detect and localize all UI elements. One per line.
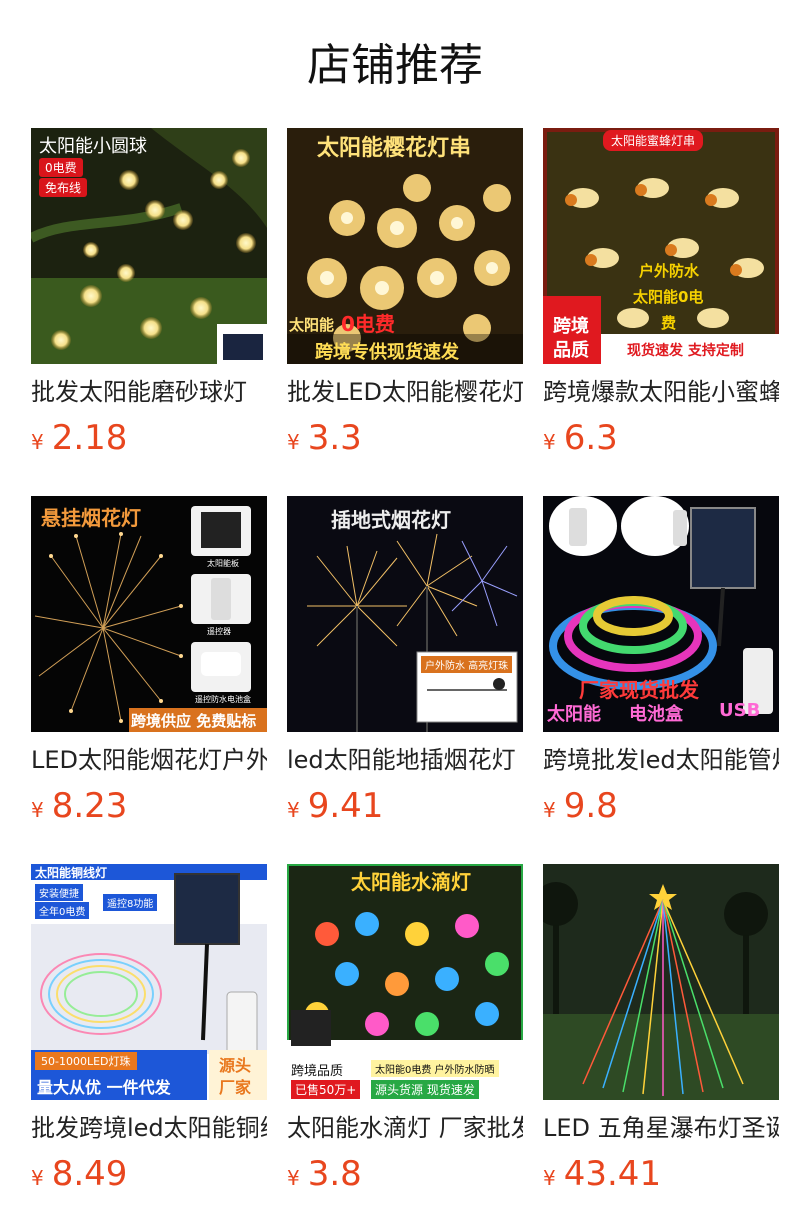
image-caption: 跨境品质 bbox=[291, 1064, 344, 1079]
price: ¥2.18 bbox=[31, 416, 127, 460]
image-caption: 遥控器 bbox=[207, 627, 231, 636]
image-badge: 免布线 bbox=[39, 178, 88, 197]
image-badge: 太阳能0电费 户外防水防晒 bbox=[371, 1060, 499, 1077]
image-caption: 跨境供应 免费贴标 bbox=[131, 712, 257, 730]
price: ¥9.8 bbox=[543, 784, 618, 828]
image-badge: 源头货源 现货速发 bbox=[371, 1080, 479, 1099]
currency-symbol: ¥ bbox=[31, 1166, 44, 1190]
product-card[interactable]: 插地式烟花灯 户外防水 高亮灯珠 led太阳能地插烟花灯 ¥9.41 bbox=[287, 496, 523, 864]
image-caption: 太阳能铜线灯 bbox=[35, 866, 108, 880]
price-value: 43.41 bbox=[563, 1154, 662, 1194]
image-caption: 太阳能板 bbox=[207, 559, 239, 568]
product-card[interactable]: 太阳能蜜蜂灯串 户外防水 太阳能0电 费 跨境 品质 现货速发 支持定制 跨境爆… bbox=[543, 128, 779, 496]
product-card[interactable]: 太阳能樱花灯串 太阳能 0电费 跨境专供现货速发 批发LED太阳能樱花灯串 ¥3… bbox=[287, 128, 523, 496]
price: ¥43.41 bbox=[543, 1152, 661, 1196]
product-title[interactable]: LED太阳能烟花灯户外 bbox=[31, 744, 267, 776]
product-title[interactable]: LED 五角星瀑布灯圣诞 bbox=[543, 1112, 779, 1144]
product-title[interactable]: 跨境爆款太阳能小蜜蜂灯串 bbox=[543, 376, 779, 408]
product-card[interactable]: 厂家现货批发 太阳能 电池盒 USB 跨境批发led太阳能管灯 ¥9.8 bbox=[543, 496, 779, 864]
product-title[interactable]: 批发LED太阳能樱花灯串 bbox=[287, 376, 523, 408]
price-value: 2.18 bbox=[51, 418, 128, 458]
currency-symbol: ¥ bbox=[287, 1166, 300, 1190]
image-caption: 源头 bbox=[219, 1056, 252, 1075]
price: ¥6.3 bbox=[543, 416, 618, 460]
image-badge: 太阳能蜜蜂灯串 bbox=[603, 130, 704, 151]
product-image[interactable]: 太阳能小圆球 0电费 免布线 bbox=[31, 128, 267, 364]
price-value: 9.41 bbox=[307, 786, 384, 826]
image-caption: 跨境专供现货速发 bbox=[315, 342, 459, 363]
price-value: 8.49 bbox=[51, 1154, 128, 1194]
image-caption: 遥控防水电池盒 bbox=[195, 695, 251, 704]
currency-symbol: ¥ bbox=[31, 798, 44, 822]
price-value: 3.8 bbox=[307, 1154, 362, 1194]
currency-symbol: ¥ bbox=[287, 430, 300, 454]
product-image[interactable] bbox=[543, 864, 779, 1100]
image-caption: 太阳能0电 bbox=[633, 288, 704, 306]
product-title[interactable]: 批发跨境led太阳能铜线灯 bbox=[31, 1112, 267, 1144]
product-image[interactable]: 太阳能蜜蜂灯串 户外防水 太阳能0电 费 跨境 品质 现货速发 支持定制 bbox=[543, 128, 779, 364]
image-caption: 现货速发 支持定制 bbox=[627, 343, 744, 359]
image-caption: 0电费 bbox=[341, 312, 395, 336]
image-caption: 户外防水 bbox=[639, 262, 700, 280]
product-image[interactable]: 太阳能铜线灯 安装便捷 全年0电费 遥控8功能 50-1000LED灯珠 量大从… bbox=[31, 864, 267, 1100]
image-caption: 太阳能 bbox=[547, 704, 601, 725]
image-caption: 太阳能 bbox=[289, 316, 335, 334]
image-badge: 安装便捷 bbox=[35, 884, 83, 901]
image-badge: 全年0电费 bbox=[35, 902, 90, 919]
price: ¥3.3 bbox=[287, 416, 362, 460]
price: ¥8.49 bbox=[31, 1152, 127, 1196]
image-caption: 厂家现货批发 bbox=[579, 678, 699, 702]
currency-symbol: ¥ bbox=[31, 430, 44, 454]
image-caption: 悬挂烟花灯 bbox=[41, 506, 141, 530]
product-title[interactable]: 跨境批发led太阳能管灯 bbox=[543, 744, 779, 776]
image-badge: 0电费 bbox=[39, 158, 83, 177]
image-caption: 电池盒 bbox=[629, 704, 683, 725]
product-title[interactable]: 太阳能水滴灯 厂家批发 bbox=[287, 1112, 523, 1144]
price: ¥3.8 bbox=[287, 1152, 362, 1196]
price-value: 3.3 bbox=[307, 418, 362, 458]
price-value: 9.8 bbox=[563, 786, 618, 826]
image-badge: 已售50万+ bbox=[291, 1080, 361, 1099]
image-caption: 太阳能樱花灯串 bbox=[317, 136, 472, 161]
image-caption: 量大从优 一件代发 bbox=[37, 1078, 171, 1097]
image-badge: 户外防水 高亮灯珠 bbox=[421, 656, 513, 673]
product-title[interactable]: led太阳能地插烟花灯 bbox=[287, 744, 523, 776]
product-image[interactable]: 悬挂烟花灯 太阳能板 遥控器 遥控防水电池盒 跨境供应 免费贴标 bbox=[31, 496, 267, 732]
product-card[interactable]: 悬挂烟花灯 太阳能板 遥控器 遥控防水电池盒 跨境供应 免费贴标 LED太阳能烟… bbox=[31, 496, 267, 864]
currency-symbol: ¥ bbox=[543, 1166, 556, 1190]
price: ¥8.23 bbox=[31, 784, 127, 828]
currency-symbol: ¥ bbox=[543, 430, 556, 454]
currency-symbol: ¥ bbox=[287, 798, 300, 822]
product-image[interactable]: 太阳能樱花灯串 太阳能 0电费 跨境专供现货速发 bbox=[287, 128, 523, 364]
image-caption: 插地式烟花灯 bbox=[331, 508, 451, 532]
image-caption: 太阳能小圆球 bbox=[39, 136, 147, 157]
page-title: 店铺推荐 bbox=[307, 40, 483, 91]
price-value: 8.23 bbox=[51, 786, 128, 826]
image-caption: 跨境 bbox=[553, 316, 589, 337]
image-badge: 50-1000LED灯珠 bbox=[35, 1052, 137, 1070]
product-grid: 太阳能小圆球 0电费 免布线 批发太阳能磨砂球灯 ¥2.18 太阳能樱花灯串 太… bbox=[31, 128, 779, 1232]
image-caption: 费 bbox=[661, 314, 677, 332]
product-card[interactable]: 太阳能铜线灯 安装便捷 全年0电费 遥控8功能 50-1000LED灯珠 量大从… bbox=[31, 864, 267, 1232]
product-image[interactable]: 厂家现货批发 太阳能 电池盒 USB bbox=[543, 496, 779, 732]
image-caption: 厂家 bbox=[219, 1078, 252, 1097]
price: ¥9.41 bbox=[287, 784, 383, 828]
product-image[interactable]: 太阳能水滴灯 跨境品质 已售50万+ 太阳能0电费 户外防水防晒 源头货源 现货… bbox=[287, 864, 523, 1100]
product-card[interactable]: LED 五角星瀑布灯圣诞 ¥43.41 bbox=[543, 864, 779, 1232]
image-caption: USB bbox=[719, 700, 761, 721]
image-badge: 遥控8功能 bbox=[103, 894, 158, 911]
price-value: 6.3 bbox=[563, 418, 618, 458]
product-card[interactable]: 太阳能水滴灯 跨境品质 已售50万+ 太阳能0电费 户外防水防晒 源头货源 现货… bbox=[287, 864, 523, 1232]
currency-symbol: ¥ bbox=[543, 798, 556, 822]
image-caption: 太阳能水滴灯 bbox=[351, 870, 471, 894]
product-image[interactable]: 插地式烟花灯 户外防水 高亮灯珠 bbox=[287, 496, 523, 732]
image-caption: 品质 bbox=[553, 340, 589, 361]
product-title[interactable]: 批发太阳能磨砂球灯 bbox=[31, 376, 267, 408]
product-card[interactable]: 太阳能小圆球 0电费 免布线 批发太阳能磨砂球灯 ¥2.18 bbox=[31, 128, 267, 496]
